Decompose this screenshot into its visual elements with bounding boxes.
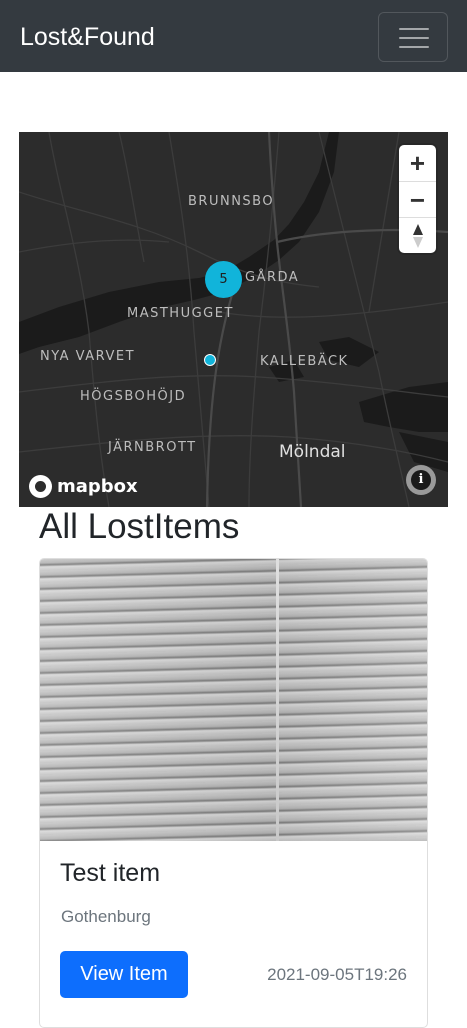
item-location: Gothenburg <box>61 907 151 926</box>
attribution-info-button[interactable]: i <box>406 465 436 495</box>
item-date: 2021-09-05T19:26 <box>267 965 407 984</box>
place-label-kalleback: KALLEBÄCK <box>260 354 349 369</box>
map[interactable]: BRUNNSBO GÅRDA MASTHUGGET NYA VARVET KAL… <box>19 132 448 507</box>
item-title: Test item <box>60 859 161 887</box>
navbar-toggler-button[interactable] <box>378 12 448 62</box>
navbar: Lost&Found <box>0 0 467 72</box>
page-title: All LostItems <box>39 507 240 546</box>
info-icon: i <box>411 470 431 490</box>
place-label-garda: GÅRDA <box>245 270 300 285</box>
item-card: Test item Gothenburg View Item 2021-09-0… <box>39 558 428 1028</box>
view-item-button[interactable]: View Item <box>60 951 188 998</box>
mapbox-logo-icon <box>29 474 52 498</box>
compass-button[interactable] <box>399 218 436 254</box>
place-label-nya-varvet: NYA VARVET <box>40 349 136 364</box>
place-label-brunnsbo: BRUNNSBO <box>188 194 275 209</box>
cluster-marker[interactable]: 5 <box>205 261 242 298</box>
place-label-molndal: Mölndal <box>279 442 346 462</box>
zoom-in-button[interactable]: + <box>399 145 436 181</box>
zoom-out-button[interactable]: − <box>399 182 436 218</box>
mapbox-logo-text: mapbox <box>57 475 138 497</box>
place-label-masthugget: MASTHUGGET <box>127 306 234 321</box>
place-label-jarnbrott: JÄRNBROTT <box>108 440 197 455</box>
brand-link[interactable]: Lost&Found <box>20 20 155 54</box>
compass-icon <box>412 224 423 248</box>
map-navigation-control: + − <box>399 145 436 253</box>
mapbox-logo[interactable]: mapbox <box>29 473 138 499</box>
place-label-hogsbohojd: HÖGSBOHÖJD <box>80 389 187 404</box>
item-image <box>40 559 427 841</box>
point-marker[interactable] <box>204 354 216 366</box>
